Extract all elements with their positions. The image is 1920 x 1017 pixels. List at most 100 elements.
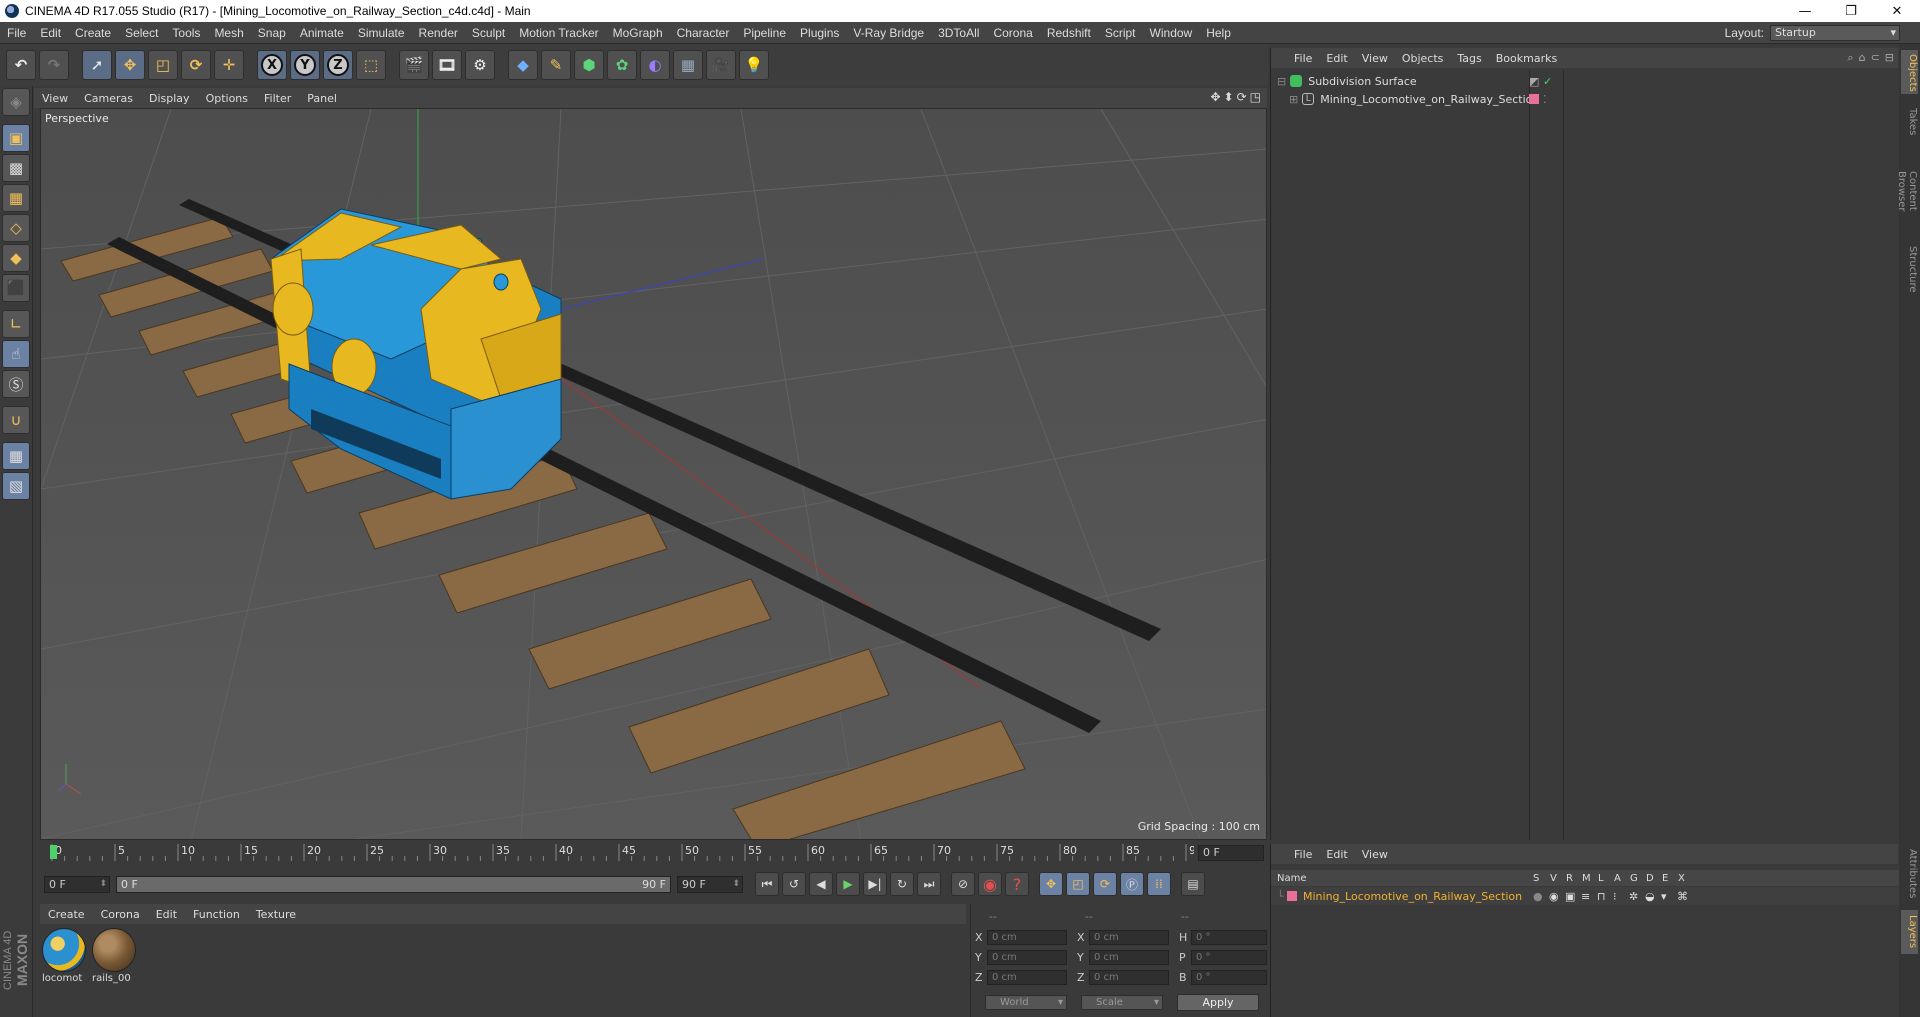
menu-mesh[interactable]: Mesh bbox=[207, 26, 250, 40]
go-to-start-icon[interactable]: ⏮ bbox=[755, 872, 779, 896]
model-mode-icon[interactable]: ▣ bbox=[2, 124, 30, 152]
menu-animate[interactable]: Animate bbox=[293, 26, 351, 40]
timeline-ruler[interactable]: 051015202530354045505560657075808590 bbox=[44, 842, 1194, 862]
tab-attributes[interactable]: Attributes bbox=[1901, 844, 1918, 904]
texture-mode-icon[interactable]: ▩ bbox=[2, 154, 30, 182]
workplane-lock-icon[interactable]: ▦ bbox=[2, 442, 30, 470]
menu-plugins[interactable]: Plugins bbox=[793, 26, 846, 40]
layer-menu-view[interactable]: View bbox=[1355, 848, 1395, 861]
size-z-field[interactable]: 0 cm bbox=[1089, 970, 1169, 985]
menu-simulate[interactable]: Simulate bbox=[351, 26, 412, 40]
snap-magnet-icon[interactable]: ∪ bbox=[2, 406, 30, 434]
menu-edit[interactable]: Edit bbox=[33, 26, 68, 40]
layer-animation-icon[interactable]: ⁝ bbox=[1613, 890, 1617, 903]
keyframe-selection-icon[interactable]: ⊘ bbox=[951, 872, 975, 896]
rot-p-field[interactable]: 0 ° bbox=[1191, 950, 1267, 965]
menu-render[interactable]: Render bbox=[412, 26, 465, 40]
previous-frame-icon[interactable]: ◀ bbox=[809, 872, 833, 896]
key-position-icon[interactable]: ✥ bbox=[1039, 872, 1063, 896]
next-frame-icon[interactable]: ▶| bbox=[863, 872, 887, 896]
tab-objects[interactable]: Objects bbox=[1901, 50, 1918, 94]
object-menu-tags[interactable]: Tags bbox=[1450, 52, 1488, 65]
viewport-menu-display[interactable]: Display bbox=[141, 92, 198, 105]
material-item[interactable]: locomot bbox=[42, 928, 88, 984]
menu-create[interactable]: Create bbox=[68, 26, 118, 40]
rotate-icon[interactable]: ⟳ bbox=[181, 50, 211, 80]
key-pla-icon[interactable]: ⁞⁞ bbox=[1147, 872, 1171, 896]
layer-menu-file[interactable]: File bbox=[1287, 848, 1319, 861]
layout-select[interactable]: Startup bbox=[1770, 25, 1900, 41]
size-x-field[interactable]: 0 cm bbox=[1089, 930, 1169, 945]
new-window-icon[interactable]: ⊟ bbox=[1885, 51, 1894, 65]
tab-layers[interactable]: Layers bbox=[1901, 910, 1918, 954]
object-menu-bookmarks[interactable]: Bookmarks bbox=[1489, 52, 1564, 65]
menu-file[interactable]: File bbox=[0, 26, 33, 40]
material-menu-edit[interactable]: Edit bbox=[148, 908, 185, 921]
move-icon[interactable]: ✥ bbox=[115, 50, 145, 80]
x-axis-icon[interactable]: X bbox=[257, 50, 287, 80]
object-menu-file[interactable]: File bbox=[1287, 52, 1319, 65]
render-view-icon[interactable]: 🎬 bbox=[399, 50, 429, 80]
live-selection-icon[interactable]: ➚ bbox=[82, 50, 112, 80]
editor-visibility-icon[interactable]: ◩ bbox=[1529, 75, 1539, 88]
layer-expressions-icon[interactable]: ▾ bbox=[1661, 890, 1667, 903]
current-frame-marker[interactable] bbox=[50, 845, 57, 859]
menu-tools[interactable]: Tools bbox=[165, 26, 207, 40]
points-mode-icon[interactable]: ◇ bbox=[2, 214, 30, 242]
pos-y-field[interactable]: 0 cm bbox=[987, 950, 1067, 965]
layer-manager-icon[interactable]: ≡ bbox=[1581, 890, 1590, 903]
cube-icon[interactable]: ◆ bbox=[508, 50, 538, 80]
edges-mode-icon[interactable]: ◆ bbox=[2, 244, 30, 272]
current-frame-field[interactable]: 0 F bbox=[1198, 845, 1264, 861]
menu-redshift[interactable]: Redshift bbox=[1040, 26, 1098, 40]
layer-view-icon[interactable]: ◉ bbox=[1549, 890, 1559, 903]
menu-script[interactable]: Script bbox=[1098, 26, 1143, 40]
key-parameter-icon[interactable]: Ⓟ bbox=[1120, 872, 1144, 896]
layer-render-icon[interactable]: ▣ bbox=[1565, 890, 1575, 903]
layer-menu-edit[interactable]: Edit bbox=[1319, 848, 1354, 861]
camera-icon[interactable]: 🎥 bbox=[706, 50, 736, 80]
layer-xref-icon[interactable]: ⌘ bbox=[1677, 890, 1688, 903]
object-menu-edit[interactable]: Edit bbox=[1319, 52, 1354, 65]
material-item[interactable]: rails_00 bbox=[92, 928, 138, 984]
menu-vray-bridge[interactable]: V-Ray Bridge bbox=[846, 26, 931, 40]
start-frame-field[interactable]: 0 F bbox=[44, 875, 110, 893]
search-icon[interactable]: ⌕ bbox=[1847, 51, 1853, 65]
layer-color-tag[interactable] bbox=[1529, 94, 1539, 104]
coordinate-mode-select[interactable]: Scale bbox=[1081, 995, 1163, 1010]
rotate-view-icon[interactable]: ⟳ bbox=[1237, 90, 1247, 104]
object-row-mining-locomotive[interactable]: ⊞ L Mining_Locomotive_on_Railway_Section… bbox=[1289, 90, 1887, 108]
undo-icon[interactable]: ↶ bbox=[6, 50, 36, 80]
apply-button[interactable]: Apply bbox=[1177, 994, 1259, 1011]
redo-icon[interactable]: ↷ bbox=[39, 50, 69, 80]
pen-icon[interactable]: ✎ bbox=[541, 50, 571, 80]
timeline-window-icon[interactable]: ▤ bbox=[1181, 872, 1205, 896]
z-axis-icon[interactable]: Z bbox=[323, 50, 353, 80]
recent-tool-icon[interactable]: ✛ bbox=[214, 50, 244, 80]
menu-character[interactable]: Character bbox=[670, 26, 737, 40]
polygons-mode-icon[interactable]: ⬛ bbox=[2, 274, 30, 302]
menu-pipeline[interactable]: Pipeline bbox=[736, 26, 793, 40]
pan-view-icon[interactable]: ✥ bbox=[1210, 90, 1220, 104]
layer-deformers-icon[interactable]: ◒ bbox=[1645, 890, 1655, 903]
visibility-dots-icon[interactable]: ⁚ bbox=[1543, 93, 1547, 106]
layer-color-swatch[interactable] bbox=[1287, 891, 1297, 901]
go-to-end-icon[interactable]: ⏭ bbox=[917, 872, 941, 896]
light-icon[interactable]: 💡 bbox=[739, 50, 769, 80]
render-settings-icon[interactable]: ⚙ bbox=[465, 50, 495, 80]
tweak-mode-icon[interactable]: ☝ bbox=[2, 340, 30, 368]
rot-b-field[interactable]: 0 ° bbox=[1191, 970, 1267, 985]
object-row-subdivision-surface[interactable]: ⊟ Subdivision Surface ◩ ✓ bbox=[1277, 72, 1887, 90]
axis-mode-icon[interactable]: ∟ bbox=[2, 310, 30, 338]
deformer-icon[interactable]: ◐ bbox=[640, 50, 670, 80]
viewport-menu-panel[interactable]: Panel bbox=[299, 92, 345, 105]
previous-key-icon[interactable]: ↺ bbox=[782, 872, 806, 896]
workplane-icon[interactable]: ▦ bbox=[2, 184, 30, 212]
enabled-check-icon[interactable]: ✓ bbox=[1543, 75, 1552, 88]
viewport-menu-filter[interactable]: Filter bbox=[256, 92, 299, 105]
scale-icon[interactable]: ◰ bbox=[148, 50, 178, 80]
layer-lock-icon[interactable]: ⊓ bbox=[1597, 890, 1606, 903]
menu-sculpt[interactable]: Sculpt bbox=[465, 26, 512, 40]
menu-window[interactable]: Window bbox=[1143, 26, 1200, 40]
maximize-view-icon[interactable]: ◳ bbox=[1250, 90, 1261, 104]
